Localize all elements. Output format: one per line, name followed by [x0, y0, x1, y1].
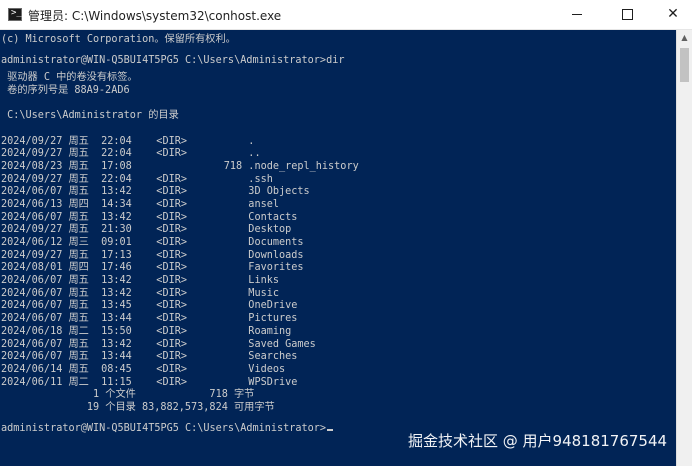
vertical-scrollbar[interactable]: ▲: [676, 30, 692, 466]
console-line: 2024/06/07 周五 13:45 <DIR> OneDrive: [1, 296, 676, 311]
console-line: 2024/06/12 周三 09:01 <DIR> Documents: [1, 233, 676, 248]
console-line: 2024/06/07 周五 13:44 <DIR> Pictures: [1, 309, 676, 324]
minimize-button[interactable]: [554, 0, 600, 29]
scrollbar-thumb[interactable]: [680, 48, 689, 82]
console-line: 2024/09/27 周五 22:04 <DIR> ..: [1, 144, 676, 159]
console-line: 2024/06/11 周二 11:15 <DIR> WPSDrive: [1, 373, 676, 388]
console-line-text: (c) Microsoft Corporation。保留所有权利。: [1, 34, 236, 45]
console-line: 1 个文件 718 字节: [1, 385, 676, 400]
console-line: 卷的序列号是 88A9-2AD6: [1, 81, 676, 96]
console-line-text: administrator@WIN-Q5BUI4T5PG5 C:\Users\A…: [1, 423, 327, 435]
console-app-icon-glyph: >_: [11, 8, 22, 18]
console-line: 2024/06/07 周五 13:42 <DIR> Music: [1, 284, 676, 299]
console-line: 19 个目录 83,882,573,824 可用字节: [1, 398, 676, 413]
console-line-text: 卷的序列号是 88A9-2AD6: [1, 84, 130, 96]
minimize-icon: [572, 14, 582, 15]
console-line: 2024/06/07 周五 13:42 <DIR> 3D Objects: [1, 182, 676, 197]
text-cursor: [327, 429, 334, 432]
console-line: administrator@WIN-Q5BUI4T5PG5 C:\Users\A…: [1, 55, 676, 68]
console-line-text: administrator@WIN-Q5BUI4T5PG5 C:\Users\A…: [1, 55, 345, 67]
maximize-button[interactable]: [604, 0, 650, 29]
console-line: 2024/09/27 周五 17:13 <DIR> Downloads: [1, 246, 676, 261]
console-line: 2024/06/18 周二 15:50 <DIR> Roaming: [1, 322, 676, 337]
console-window: >_ 管理员: C:\Windows\system32\conhost.exe …: [0, 0, 692, 466]
watermark-text: 掘金技术社区 @ 用户948181767544: [408, 432, 668, 450]
console-line: 2024/06/13 周四 14:34 <DIR> ansel: [1, 195, 676, 210]
console-line-text: 19 个目录 83,882,573,824 可用字节: [1, 401, 275, 413]
maximize-icon: [622, 9, 633, 20]
console-line: 2024/06/07 周五 13:42 <DIR> Links: [1, 271, 676, 286]
console-line: 2024/06/14 周五 08:45 <DIR> Videos: [1, 360, 676, 375]
console-line: 驱动器 C 中的卷没有标签。: [1, 68, 676, 83]
scroll-up-arrow-icon[interactable]: ▲: [677, 30, 692, 46]
console-app-icon[interactable]: >_: [8, 8, 22, 21]
close-icon: ✕: [667, 6, 679, 22]
console-line-text: C:\Users\Administrator 的目录: [1, 110, 179, 122]
console-line: 2024/06/07 周五 13:44 <DIR> Searches: [1, 347, 676, 362]
title-bar[interactable]: >_ 管理员: C:\Windows\system32\conhost.exe …: [0, 0, 692, 30]
console-line: 2024/06/07 周五 13:42 <DIR> Saved Games: [1, 335, 676, 350]
console-line: 2024/09/27 周五 21:30 <DIR> Desktop: [1, 220, 676, 235]
close-button[interactable]: ✕: [650, 0, 692, 29]
console-line: 2024/08/23 周五 17:08 718 .node_repl_histo…: [1, 157, 676, 172]
console-output[interactable]: (c) Microsoft Corporation。保留所有权利。 adminis…: [0, 30, 676, 466]
console-line: 2024/09/27 周五 22:04 <DIR> .: [1, 132, 676, 147]
console-line: 2024/08/01 周四 17:46 <DIR> Favorites: [1, 258, 676, 273]
console-line: 2024/06/07 周五 13:42 <DIR> Contacts: [1, 208, 676, 223]
console-line: C:\Users\Administrator 的目录: [1, 106, 676, 122]
console-line: (c) Microsoft Corporation。保留所有权利。: [1, 30, 676, 45]
window-title: 管理员: C:\Windows\system32\conhost.exe: [28, 9, 282, 23]
